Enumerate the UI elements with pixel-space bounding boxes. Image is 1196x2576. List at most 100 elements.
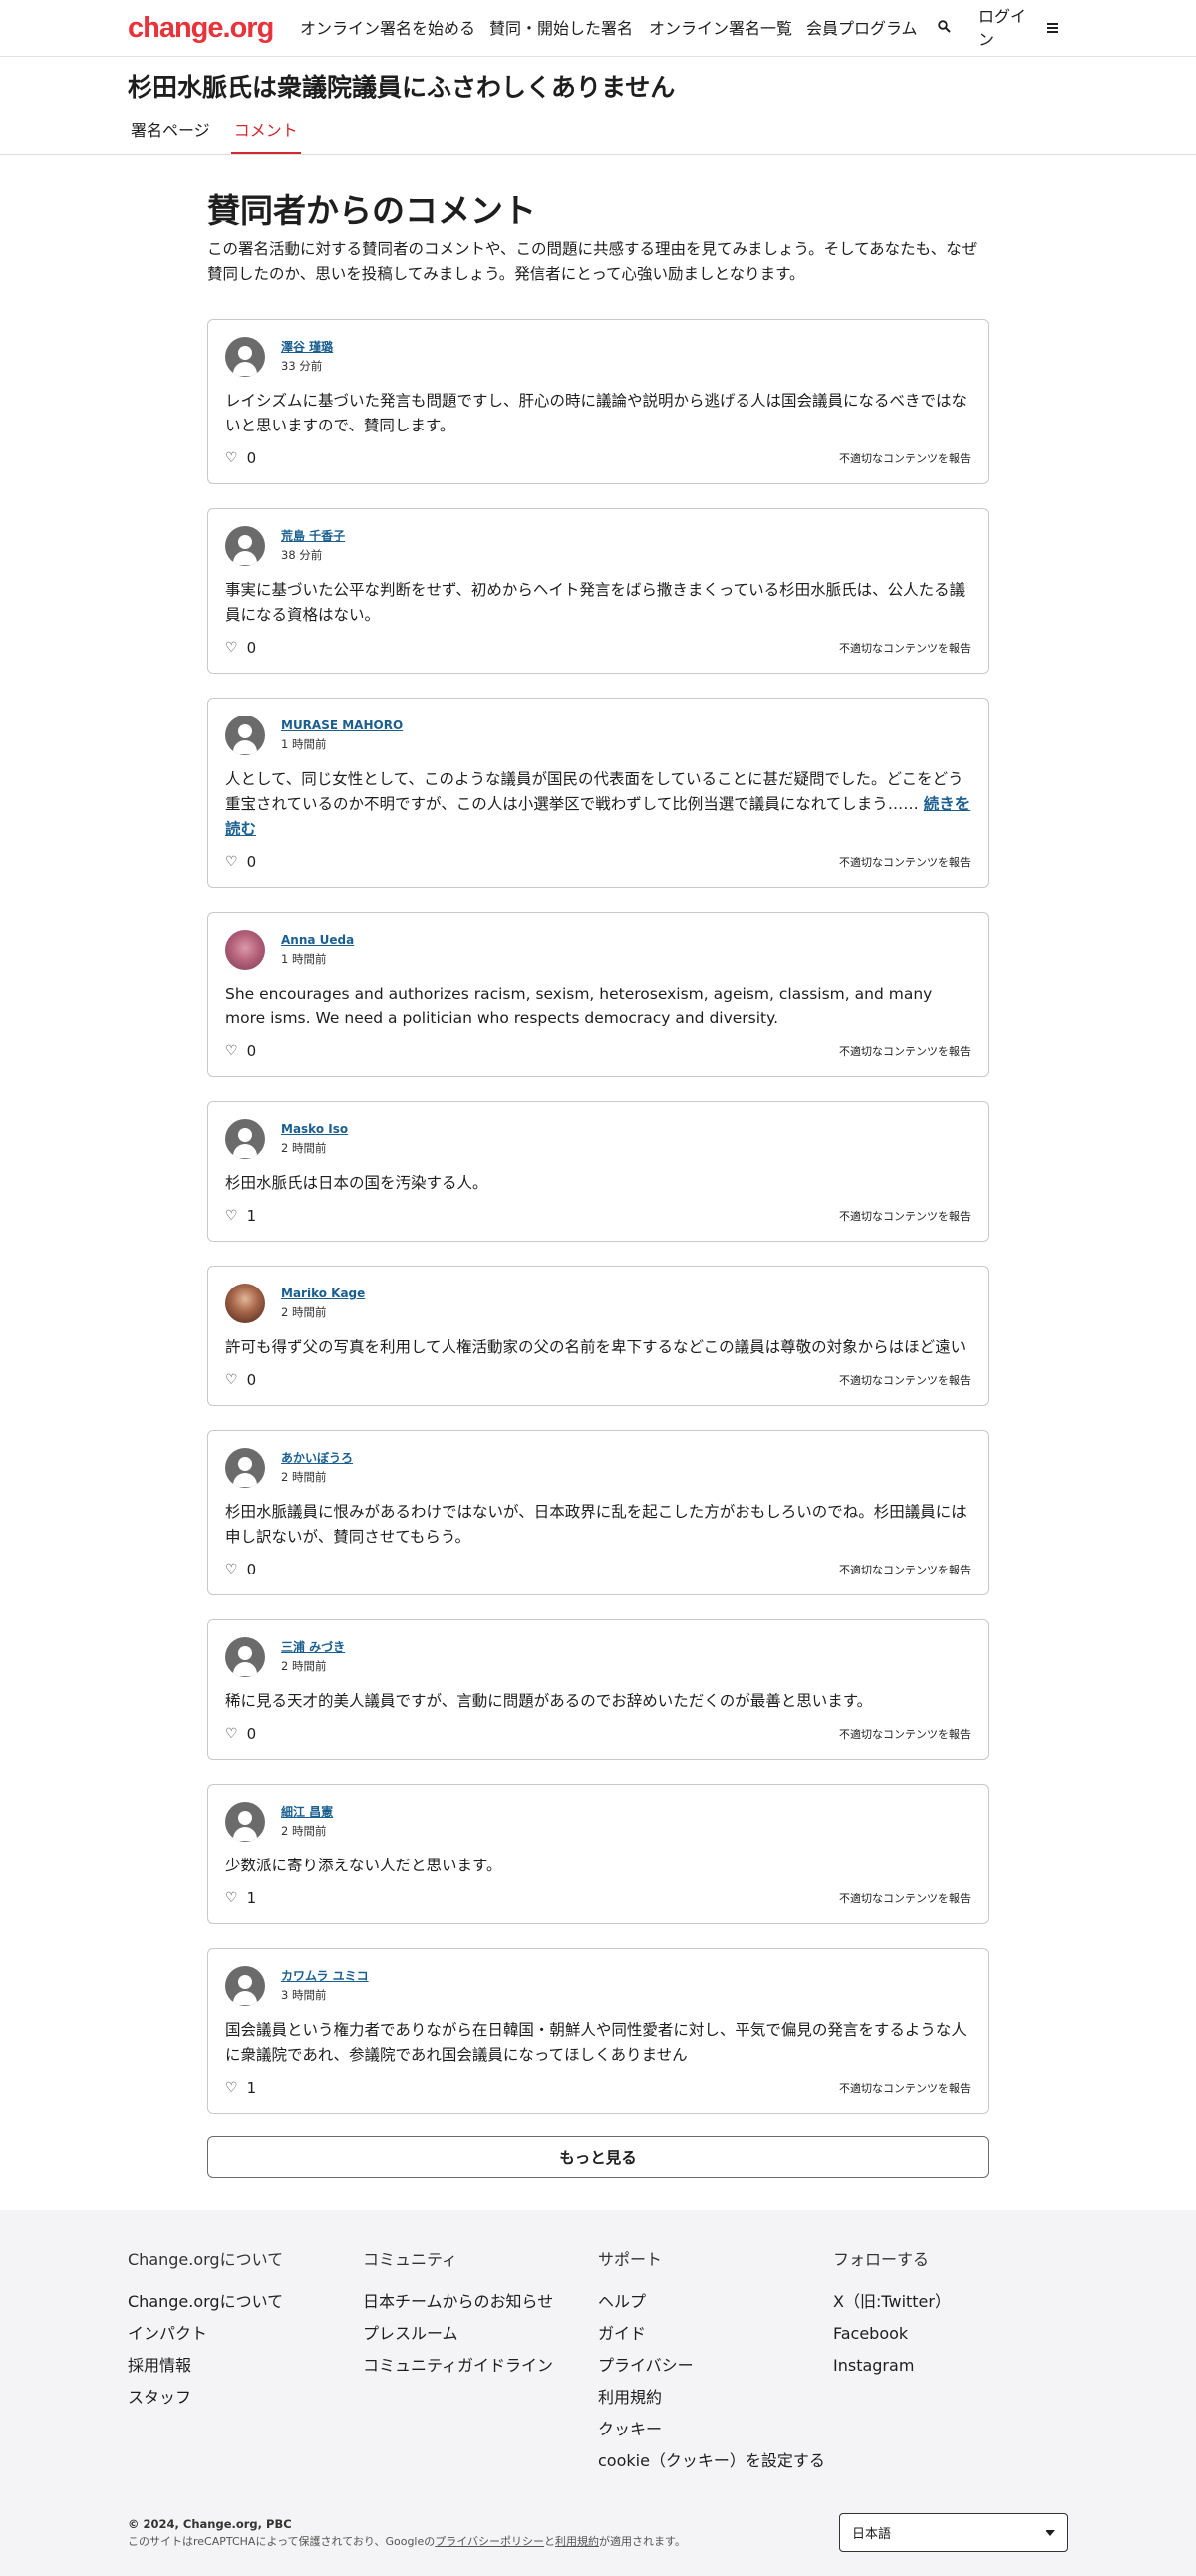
footer-link[interactable]: 利用規約 — [598, 2382, 833, 2414]
footer-column-title: Change.orgについて — [128, 2250, 284, 2269]
login-link[interactable]: ログイン — [978, 5, 1040, 51]
like-button[interactable]: ♡ 0 — [225, 449, 256, 467]
like-count: 1 — [246, 1889, 257, 1907]
report-link[interactable]: 不適切なコンテンツを報告 — [839, 1043, 971, 1059]
comment-card: 澤谷 瑾璐 33 分前 レイシズムに基づいた発言も問題ですし、肝心の時に議論や説… — [207, 319, 989, 484]
footer-link[interactable]: コミュニティガイドライン — [363, 2350, 598, 2382]
report-link[interactable]: 不適切なコンテンツを報告 — [839, 1726, 971, 1742]
footer-link[interactable]: ガイド — [598, 2318, 833, 2350]
comment-header: Mariko Kage 2 時間前 — [225, 1284, 971, 1323]
tab-comments[interactable]: コメント — [230, 111, 301, 154]
hamburger-icon[interactable] — [1047, 21, 1067, 35]
footer-link[interactable]: プライバシー — [598, 2350, 833, 2382]
footer-column-title: フォローする — [833, 2250, 930, 2269]
nav-browse-petitions[interactable]: オンライン署名一覧 — [649, 17, 806, 40]
author-link[interactable]: MURASE MAHORO — [281, 717, 403, 734]
heart-icon: ♡ — [225, 1726, 238, 1742]
comment-meta: 澤谷 瑾璐 33 分前 — [281, 339, 333, 375]
footer-link[interactable]: X（旧:Twitter） — [833, 2286, 1068, 2318]
like-button[interactable]: ♡ 1 — [225, 1889, 256, 1907]
like-count: 0 — [246, 1561, 257, 1578]
comment-card: 荒島 千香子 38 分前 事実に基づいた公平な判断をせず、初めからヘイト発言をば… — [207, 508, 989, 674]
report-link[interactable]: 不適切なコンテンツを報告 — [839, 1208, 971, 1224]
comment-time: 1 時間前 — [281, 952, 327, 966]
comment-text-block: 国会議員という権力者でありながら在日韓国・朝鮮人や同性愛者に対し、平気で偏見の発… — [225, 2018, 971, 2068]
like-button[interactable]: ♡ 0 — [225, 1561, 256, 1578]
footer-link[interactable]: 日本チームからのお知らせ — [363, 2286, 598, 2318]
like-button[interactable]: ♡ 0 — [225, 1371, 256, 1389]
heart-icon: ♡ — [225, 640, 238, 656]
intro-text: この署名活動に対する賛同者のコメントや、この問題に共感する理由を見てみましょう。… — [207, 240, 978, 283]
heart-icon: ♡ — [225, 1890, 238, 1906]
report-link[interactable]: 不適切なコンテンツを報告 — [839, 1372, 971, 1388]
footer-link[interactable]: Facebook — [833, 2318, 1068, 2350]
footer-link[interactable]: インパクト — [128, 2318, 363, 2350]
like-button[interactable]: ♡ 0 — [225, 639, 256, 657]
author-link[interactable]: あかいぼうろ — [281, 1450, 353, 1467]
avatar — [225, 337, 265, 377]
comment-footer: ♡ 0 不適切なコンテンツを報告 — [225, 1042, 971, 1060]
nav-membership[interactable]: 会員プログラム — [806, 17, 938, 40]
comment-header: 澤谷 瑾璐 33 分前 — [225, 337, 971, 377]
author-link[interactable]: 細江 昌憲 — [281, 1804, 333, 1821]
like-button[interactable]: ♡ 1 — [225, 2079, 256, 2097]
comment-meta: MURASE MAHORO 1 時間前 — [281, 717, 403, 753]
report-link[interactable]: 不適切なコンテンツを報告 — [839, 1562, 971, 1577]
comments-section: 賛同者からのコメント この署名活動に対する賛同者のコメントや、この問題に共感する… — [207, 155, 989, 2178]
avatar — [225, 930, 265, 970]
author-link[interactable]: 荒島 千香子 — [281, 528, 345, 545]
tab-petition-page[interactable]: 署名ページ — [128, 111, 213, 154]
like-button[interactable]: ♡ 0 — [225, 1725, 256, 1743]
author-link[interactable]: カワムラ ユミコ — [281, 1968, 369, 1985]
nav-start-petition[interactable]: オンライン署名を始める — [300, 17, 489, 40]
footer-link[interactable]: プレスルーム — [363, 2318, 598, 2350]
report-link[interactable]: 不適切なコンテンツを報告 — [839, 450, 971, 466]
footer-link[interactable]: クッキー — [598, 2414, 833, 2445]
avatar — [225, 1448, 265, 1488]
avatar — [225, 1637, 265, 1677]
comment-time: 2 時間前 — [281, 1824, 327, 1838]
recaptcha-text-end: が適用されます。 — [599, 2534, 686, 2548]
footer-link[interactable]: cookie（クッキー）を設定する — [598, 2445, 833, 2477]
comment-text-block: レイシズムに基づいた発言も問題ですし、肝心の時に議論や説明から逃げる人は国会議員… — [225, 389, 971, 438]
author-link[interactable]: 三浦 みづき — [281, 1639, 345, 1656]
like-count: 0 — [246, 449, 257, 467]
author-link[interactable]: 澤谷 瑾璐 — [281, 339, 333, 356]
like-button[interactable]: ♡ 0 — [225, 853, 256, 871]
recaptcha-text: このサイトはreCAPTCHAによって保護されており、Googleの — [128, 2534, 436, 2548]
report-link[interactable]: 不適切なコンテンツを報告 — [839, 640, 971, 656]
nav-my-petitions[interactable]: 賛同・開始した署名 — [489, 17, 649, 40]
comment-footer: ♡ 0 不適切なコンテンツを報告 — [225, 639, 971, 657]
footer-link[interactable]: 採用情報 — [128, 2350, 363, 2382]
like-count: 0 — [246, 1371, 257, 1389]
report-link[interactable]: 不適切なコンテンツを報告 — [839, 1890, 971, 1906]
change-org-logo[interactable]: change.org — [128, 12, 300, 45]
comment-footer: ♡ 0 不適切なコンテンツを報告 — [225, 1725, 971, 1743]
comment-footer: ♡ 1 不適切なコンテンツを報告 — [225, 1207, 971, 1225]
comment-list: 澤谷 瑾璐 33 分前 レイシズムに基づいた発言も問題ですし、肝心の時に議論や説… — [207, 319, 989, 2114]
comment-header: Masko Iso 2 時間前 — [225, 1119, 971, 1159]
terms-link[interactable]: 利用規約 — [555, 2535, 599, 2548]
comment-text-block: 人として、同じ女性として、このような議員が国民の代表面をしていることに甚だ疑問で… — [225, 767, 971, 842]
author-link[interactable]: Mariko Kage — [281, 1286, 365, 1302]
comment-header: Anna Ueda 1 時間前 — [225, 930, 971, 970]
author-link[interactable]: Anna Ueda — [281, 932, 354, 949]
footer-link[interactable]: スタッフ — [128, 2382, 363, 2414]
report-link[interactable]: 不適切なコンテンツを報告 — [839, 854, 971, 870]
footer-link[interactable]: Change.orgについて — [128, 2286, 363, 2318]
comment-meta: あかいぼうろ 2 時間前 — [281, 1450, 353, 1486]
heart-icon: ♡ — [225, 1372, 238, 1388]
load-more-button[interactable]: もっと見る — [207, 2136, 989, 2178]
comment-meta: Mariko Kage 2 時間前 — [281, 1286, 365, 1321]
comment-card: Mariko Kage 2 時間前 許可も得ず父の写真を利用して人権活動家の父の… — [207, 1266, 989, 1406]
like-button[interactable]: ♡ 0 — [225, 1042, 256, 1060]
footer-link[interactable]: Instagram — [833, 2350, 1068, 2382]
author-link[interactable]: Masko Iso — [281, 1121, 348, 1138]
like-button[interactable]: ♡ 1 — [225, 1207, 256, 1225]
privacy-policy-link[interactable]: プライバシーポリシー — [435, 2535, 544, 2548]
footer-link[interactable]: ヘルプ — [598, 2286, 833, 2318]
language-select[interactable]: 日本語 — [839, 2513, 1068, 2552]
comment-text: 杉田水脈議員に恨みがあるわけではないが、日本政界に乱を起こした方がおもしろいので… — [225, 1503, 967, 1546]
report-link[interactable]: 不適切なコンテンツを報告 — [839, 2080, 971, 2096]
search-icon[interactable] — [938, 17, 978, 40]
